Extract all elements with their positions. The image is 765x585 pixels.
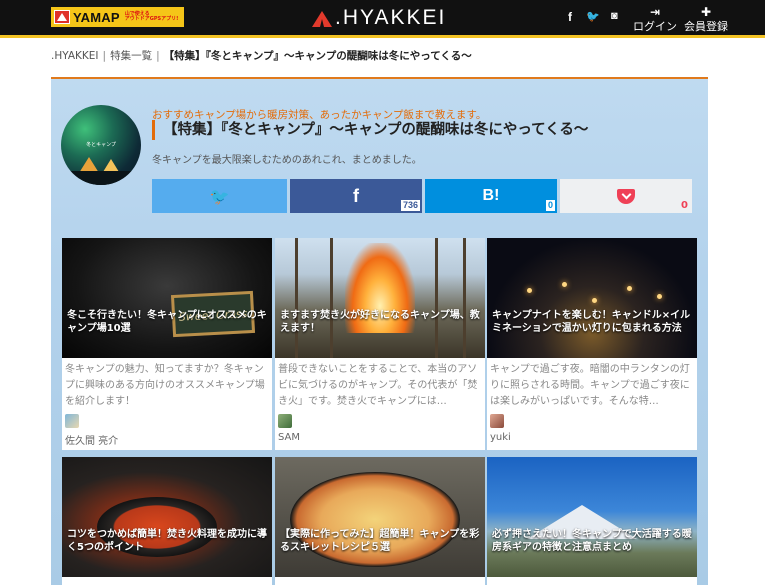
author-name[interactable]: yuki <box>490 432 694 443</box>
instagram-icon[interactable]: ◙ <box>611 10 618 22</box>
article-card-excerpt: 普段できないことをすることで、本当のアソビに気づけるのがキャンプ。その代表が「焚… <box>278 364 478 407</box>
pocket-share-count: 0 <box>681 200 688 211</box>
yamap-wordmark: YAMAP <box>73 9 120 25</box>
feature-panel: 冬とキャンプ おすすめキャンプ場から暖房対策、あったかキャンプ飯まで教えます。 … <box>51 79 708 585</box>
author-name[interactable]: 佐久間 亮介 <box>65 432 269 447</box>
share-pocket-button[interactable]: 0 <box>560 179 692 213</box>
article-card[interactable]: Sweet Grass 冬こそ行きたい！冬キャンプにオススメのキャンプ場10選 … <box>62 238 272 450</box>
article-card-title[interactable]: 【実際に作ってみた】超簡単！キャンプを彩るスキレットレシピ５選 <box>280 528 481 554</box>
breadcrumb: .HYAKKEI | 特集一覧 | 【特集】『冬とキャンプ』～キャンプの醍醐味は… <box>51 48 472 63</box>
yamap-logo-icon <box>54 10 70 24</box>
breadcrumb-current: 【特集】『冬とキャンプ』～キャンプの醍醐味は冬にやってくる～ <box>163 50 472 62</box>
twitter-icon: 🐦 <box>209 186 230 206</box>
breadcrumb-home[interactable]: .HYAKKEI <box>51 50 99 62</box>
article-card-title[interactable]: キャンプナイトを楽しむ！キャンドル×イルミネーションで温かい灯りに包まれる方法 <box>492 309 693 335</box>
feature-avatar: 冬とキャンプ <box>61 105 141 185</box>
login-icon: ⇥ <box>649 5 661 19</box>
article-card-excerpt: キャンプで過ごす夜。暗闇の中ランタンの灯りに照らされる時間。キャンプで過ごす夜に… <box>490 364 690 407</box>
facebook-icon[interactable]: f <box>568 10 572 24</box>
author-avatar[interactable] <box>490 414 504 428</box>
page-title: 【特集】『冬とキャンプ』～キャンプの醍醐味は冬にやってくる～ <box>152 120 588 140</box>
article-thumbnail[interactable]: ますます焚き火が好きになるキャンプ場、教えます！ <box>275 238 485 358</box>
article-card[interactable]: コツをつかめば簡単！焚き火料理を成功に導く5つのポイント <box>62 457 272 585</box>
register-label: 会員登録 <box>684 20 728 33</box>
hatena-bookmark-icon: B! <box>482 187 500 204</box>
facebook-icon: f <box>353 185 359 206</box>
article-card-title[interactable]: ますます焚き火が好きになるキャンプ場、教えます！ <box>280 309 481 335</box>
share-facebook-button[interactable]: f 736 <box>290 179 422 213</box>
article-card[interactable]: キャンプナイトを楽しむ！キャンドル×イルミネーションで温かい灯りに包まれる方法 … <box>487 238 697 450</box>
yamap-banner[interactable]: YAMAP 山で使える アウトドアGPSアプリ! <box>51 7 184 27</box>
site-logo[interactable]: .HYAKKEI <box>312 6 446 30</box>
register-button[interactable]: ✚ 会員登録 <box>684 6 728 34</box>
article-thumbnail[interactable]: 必ず押さえたい！冬キャンプで大活躍する暖房系ギアの特徴と注意点まとめ <box>487 457 697 577</box>
mountain-logo-icon <box>312 9 332 27</box>
article-card[interactable]: 必ず押さえたい！冬キャンプで大活躍する暖房系ギアの特徴と注意点まとめ <box>487 457 697 585</box>
article-card-title[interactable]: 必ず押さえたい！冬キャンプで大活躍する暖房系ギアの特徴と注意点まとめ <box>492 528 693 554</box>
article-thumbnail[interactable]: Sweet Grass 冬こそ行きたい！冬キャンプにオススメのキャンプ場10選 <box>62 238 272 358</box>
feature-description: 冬キャンプを最大限楽しむためのあれこれ、まとめました。 <box>152 155 422 166</box>
share-hatena-button[interactable]: B! 0 <box>425 179 557 213</box>
article-card-author[interactable]: yuki <box>487 414 697 443</box>
header-divider <box>0 35 765 38</box>
twitter-icon[interactable]: 🐦 <box>586 10 600 23</box>
breadcrumb-separator: | <box>156 49 160 62</box>
yamap-tagline-line2: アウトドアGPSアプリ! <box>124 16 179 22</box>
site-logo-text: .HYAKKEI <box>335 6 447 29</box>
breadcrumb-separator: | <box>102 49 107 62</box>
article-card-author[interactable]: 佐久間 亮介 <box>62 414 272 447</box>
login-label: ログイン <box>633 20 677 33</box>
article-thumbnail[interactable]: キャンプナイトを楽しむ！キャンドル×イルミネーションで温かい灯りに包まれる方法 <box>487 238 697 358</box>
feature-avatar-text: 冬とキャンプ <box>86 142 116 148</box>
site-header: YAMAP 山で使える アウトドアGPSアプリ! .HYAKKEI f 🐦 ◙ … <box>0 0 765 35</box>
plus-icon: ✚ <box>700 5 712 19</box>
article-card-title[interactable]: 冬こそ行きたい！冬キャンプにオススメのキャンプ場10選 <box>67 309 268 335</box>
hatena-share-count: 0 <box>545 200 555 211</box>
article-thumbnail[interactable]: 【実際に作ってみた】超簡単！キャンプを彩るスキレットレシピ５選 <box>275 457 485 577</box>
author-avatar[interactable] <box>65 414 79 428</box>
breadcrumb-features[interactable]: 特集一覧 <box>110 48 152 63</box>
share-twitter-button[interactable]: 🐦 <box>152 179 287 213</box>
author-name[interactable]: SAM <box>278 432 482 443</box>
author-avatar[interactable] <box>278 414 292 428</box>
pocket-icon <box>617 188 635 204</box>
article-card-excerpt: 冬キャンプの魅力、知ってますか？冬キャンプに興味のある方向けのオススメキャンプ場… <box>65 364 265 407</box>
facebook-share-count: 736 <box>400 200 420 211</box>
article-card-title[interactable]: コツをつかめば簡単！焚き火料理を成功に導く5つのポイント <box>67 528 268 554</box>
article-thumbnail[interactable]: コツをつかめば簡単！焚き火料理を成功に導く5つのポイント <box>62 457 272 577</box>
login-button[interactable]: ⇥ ログイン <box>633 6 677 34</box>
yamap-tagline: 山で使える アウトドアGPSアプリ! <box>125 12 179 22</box>
article-card[interactable]: ますます焚き火が好きになるキャンプ場、教えます！ 普段できないことをすることで、… <box>275 238 485 450</box>
article-card-author[interactable]: SAM <box>275 414 485 443</box>
article-card[interactable]: 【実際に作ってみた】超簡単！キャンプを彩るスキレットレシピ５選 <box>275 457 485 585</box>
